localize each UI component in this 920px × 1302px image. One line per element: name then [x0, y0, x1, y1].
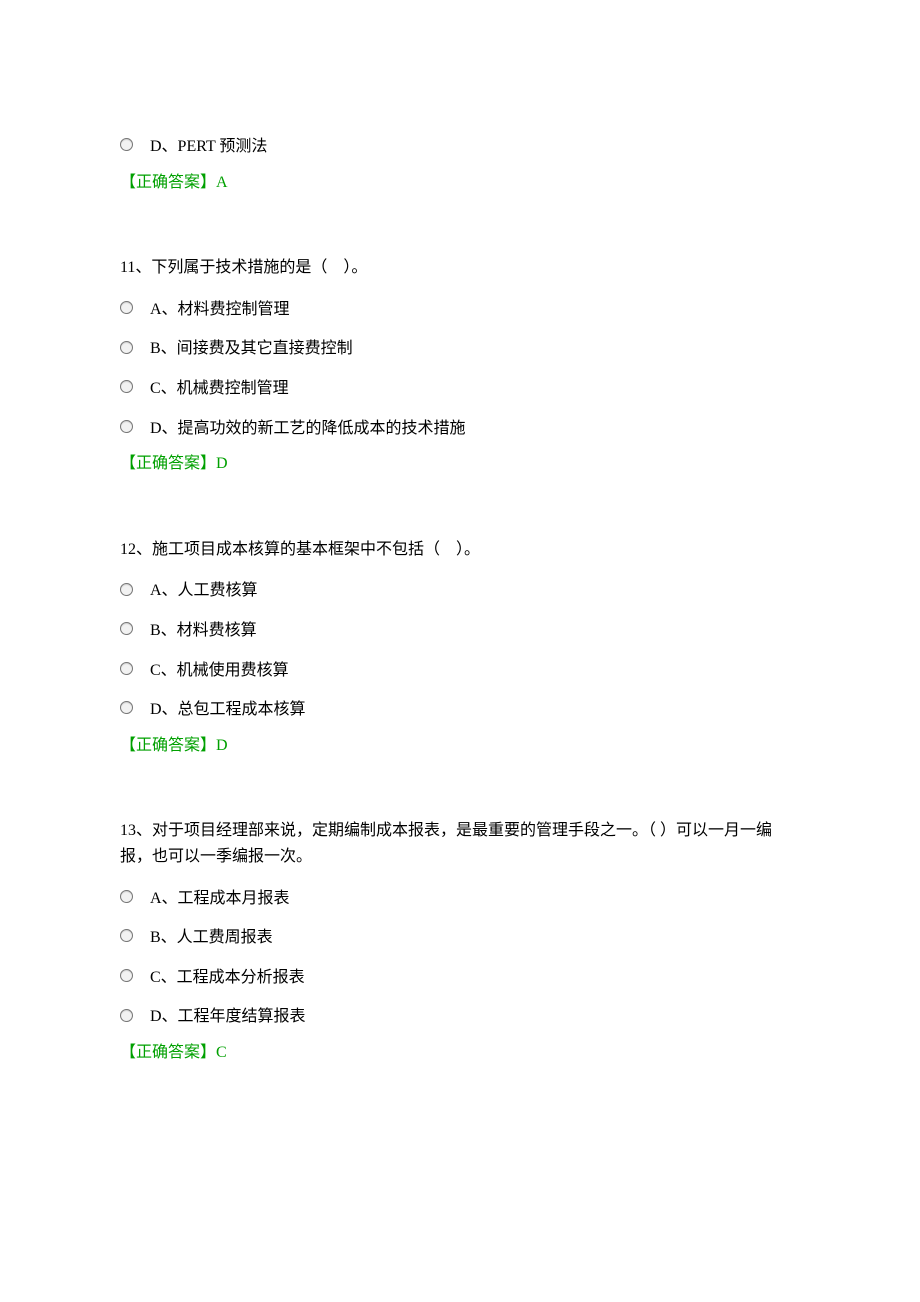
radio-icon[interactable] — [120, 701, 133, 714]
option-text-a: A、人工费核算 — [150, 574, 258, 604]
radio-wrap — [120, 380, 150, 393]
option-text-c: C、工程成本分析报表 — [150, 961, 305, 991]
question-13-block: 13、对于项目经理部来说，定期编制成本报表，是最重要的管理手段之一。（ ）可以一… — [120, 818, 800, 1065]
option-row-c[interactable]: C、机械费控制管理 — [120, 372, 800, 402]
radio-icon[interactable] — [120, 583, 133, 596]
radio-wrap — [120, 662, 150, 675]
radio-icon[interactable] — [120, 380, 133, 393]
radio-wrap — [120, 969, 150, 982]
option-text-b: B、间接费及其它直接费控制 — [150, 332, 353, 362]
option-text-c: C、机械使用费核算 — [150, 654, 289, 684]
option-text-b: B、材料费核算 — [150, 614, 257, 644]
question-11-text: 11、下列属于技术措施的是（ ）。 — [120, 255, 800, 281]
radio-wrap — [120, 929, 150, 942]
option-text-d: D、工程年度结算报表 — [150, 1000, 306, 1030]
radio-icon[interactable] — [120, 969, 133, 982]
option-text-c: C、机械费控制管理 — [150, 372, 289, 402]
option-text-d: D、总包工程成本核算 — [150, 693, 306, 723]
option-row-d[interactable]: D、PERT 预测法 — [120, 130, 800, 160]
radio-icon[interactable] — [120, 929, 133, 942]
radio-icon[interactable] — [120, 301, 133, 314]
radio-wrap — [120, 583, 150, 596]
option-text-d: D、提高功效的新工艺的降低成本的技术措施 — [150, 412, 466, 442]
radio-wrap — [120, 701, 150, 714]
correct-answer: 【正确答案】A — [120, 170, 800, 196]
option-row-a[interactable]: A、人工费核算 — [120, 574, 800, 604]
question-13-text: 13、对于项目经理部来说，定期编制成本报表，是最重要的管理手段之一。（ ）可以一… — [120, 818, 800, 869]
correct-answer: 【正确答案】D — [120, 451, 800, 477]
correct-answer: 【正确答案】D — [120, 733, 800, 759]
radio-icon[interactable] — [120, 662, 133, 675]
option-row-c[interactable]: C、机械使用费核算 — [120, 654, 800, 684]
radio-wrap — [120, 890, 150, 903]
option-row-a[interactable]: A、材料费控制管理 — [120, 293, 800, 323]
radio-icon[interactable] — [120, 341, 133, 354]
option-row-b[interactable]: B、间接费及其它直接费控制 — [120, 332, 800, 362]
option-text-d: D、PERT 预测法 — [150, 130, 267, 160]
radio-icon[interactable] — [120, 890, 133, 903]
option-text-b: B、人工费周报表 — [150, 921, 273, 951]
option-row-a[interactable]: A、工程成本月报表 — [120, 882, 800, 912]
radio-icon[interactable] — [120, 138, 133, 151]
radio-wrap — [120, 1009, 150, 1022]
radio-wrap — [120, 341, 150, 354]
option-row-d[interactable]: D、工程年度结算报表 — [120, 1000, 800, 1030]
option-row-b[interactable]: B、材料费核算 — [120, 614, 800, 644]
orphan-block: D、PERT 预测法 【正确答案】A — [120, 130, 800, 195]
correct-answer: 【正确答案】C — [120, 1040, 800, 1066]
question-12-text: 12、施工项目成本核算的基本框架中不包括（ ）。 — [120, 537, 800, 563]
option-text-a: A、材料费控制管理 — [150, 293, 290, 323]
radio-icon[interactable] — [120, 1009, 133, 1022]
radio-wrap — [120, 138, 150, 151]
option-text-a: A、工程成本月报表 — [150, 882, 290, 912]
option-row-d[interactable]: D、提高功效的新工艺的降低成本的技术措施 — [120, 412, 800, 442]
option-row-d[interactable]: D、总包工程成本核算 — [120, 693, 800, 723]
radio-wrap — [120, 301, 150, 314]
radio-wrap — [120, 420, 150, 433]
option-row-c[interactable]: C、工程成本分析报表 — [120, 961, 800, 991]
radio-icon[interactable] — [120, 420, 133, 433]
radio-icon[interactable] — [120, 622, 133, 635]
question-12-block: 12、施工项目成本核算的基本框架中不包括（ ）。 A、人工费核算 B、材料费核算… — [120, 537, 800, 759]
radio-wrap — [120, 622, 150, 635]
question-11-block: 11、下列属于技术措施的是（ ）。 A、材料费控制管理 B、间接费及其它直接费控… — [120, 255, 800, 477]
option-row-b[interactable]: B、人工费周报表 — [120, 921, 800, 951]
